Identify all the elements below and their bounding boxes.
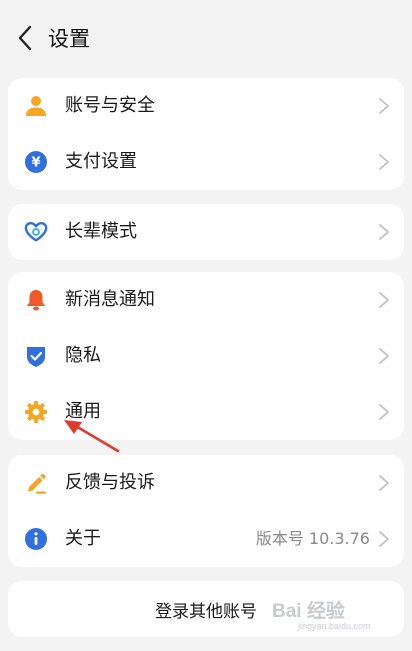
- settings-item-about[interactable]: 关于 版本号 10.3.76: [8, 511, 404, 567]
- settings-item-account-security[interactable]: 账号与安全: [8, 78, 404, 134]
- chevron-right-icon: [379, 224, 389, 240]
- yuan-icon: ¥: [24, 150, 48, 174]
- gear-icon: [24, 400, 48, 424]
- settings-item-label: 关于: [65, 528, 101, 549]
- chevron-right-icon: [379, 531, 389, 547]
- settings-item-label: 长辈模式: [65, 221, 137, 242]
- back-button[interactable]: [10, 22, 40, 54]
- login-other-account-label: 登录其他账号: [155, 601, 257, 622]
- watermark-main: Bai 经验: [272, 601, 345, 622]
- settings-item-label: 隐私: [65, 345, 101, 366]
- settings-group-elder: 长辈模式: [8, 204, 404, 260]
- settings-group-general: 新消息通知 隐私 通用: [8, 272, 404, 440]
- annotation-arrow-icon: [64, 420, 120, 453]
- chevron-right-icon: [379, 404, 389, 420]
- shield-icon: [24, 344, 48, 368]
- settings-group-support: 反馈与投诉 关于 版本号 10.3.76: [8, 455, 404, 567]
- chevron-right-icon: [379, 154, 389, 170]
- pencil-icon: [24, 471, 48, 495]
- settings-item-privacy[interactable]: 隐私: [8, 328, 404, 384]
- svg-text:¥: ¥: [31, 156, 40, 171]
- settings-item-label: 反馈与投诉: [65, 472, 155, 493]
- settings-item-label: 账号与安全: [65, 95, 155, 116]
- baidu-watermark: Bai 经验 jingyan.baidu.com: [272, 596, 406, 636]
- chevron-right-icon: [379, 292, 389, 308]
- settings-item-label: 新消息通知: [65, 289, 155, 310]
- chevron-right-icon: [379, 475, 389, 491]
- settings-item-payment[interactable]: ¥ 支付设置: [8, 134, 404, 190]
- chevron-right-icon: [379, 348, 389, 364]
- settings-group-account: 账号与安全 ¥ 支付设置: [8, 78, 404, 190]
- watermark-url: jingyan.baidu.com: [298, 621, 371, 631]
- page-title: 设置: [48, 27, 90, 51]
- chevron-left-icon: [18, 25, 32, 51]
- settings-item-label: 支付设置: [65, 151, 137, 172]
- chevron-right-icon: [379, 98, 389, 114]
- settings-item-feedback[interactable]: 反馈与投诉: [8, 455, 404, 511]
- info-icon: [24, 527, 48, 551]
- user-icon: [24, 94, 48, 118]
- header-bar: 设置: [0, 0, 412, 78]
- settings-item-notifications[interactable]: 新消息通知: [8, 272, 404, 328]
- bell-icon: [24, 288, 48, 312]
- heart-icon: [24, 220, 48, 244]
- version-value: 版本号 10.3.76: [255, 529, 370, 548]
- settings-item-elder-mode[interactable]: 长辈模式: [8, 204, 404, 260]
